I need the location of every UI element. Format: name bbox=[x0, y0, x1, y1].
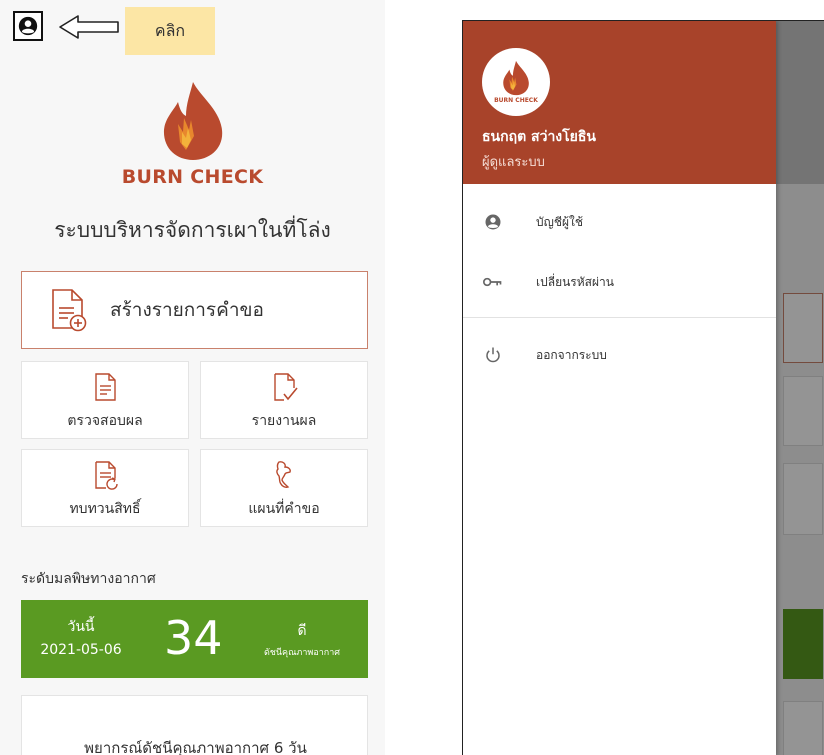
avatar: BURN CHECK bbox=[482, 48, 550, 116]
arrow-left-icon bbox=[59, 15, 119, 39]
document-add-icon bbox=[52, 289, 87, 332]
create-request-label: สร้างรายการคำขอ bbox=[110, 299, 264, 321]
report-label: รายงานผล bbox=[251, 413, 317, 429]
menu-item-change-password-label: เปลี่ยนรหัสผ่าน bbox=[536, 274, 614, 289]
report-tile[interactable]: รายงานผล bbox=[200, 361, 368, 439]
brand-name: BURN CHECK bbox=[121, 166, 264, 188]
click-hint-label: คลิก bbox=[154, 20, 186, 40]
home-screen: คลิก BURN CHECK ระบบบริหารจัดการเผาในที่… bbox=[0, 0, 385, 755]
menu-divider bbox=[463, 317, 776, 318]
air-quality-card[interactable]: วันนี้ 2021-05-06 34 ดี ดัชนีคุณภาพอากาศ bbox=[21, 600, 368, 678]
drawer-screen: BURN CHECK ธนกฤต สว่างโยธิน ผู้ดูแลระบบ … bbox=[462, 20, 824, 755]
document-refresh-icon bbox=[95, 461, 118, 490]
aq-today-label: วันนี้ bbox=[67, 619, 95, 635]
review-rights-tile[interactable]: ทบทวนสิทธิ์ bbox=[21, 449, 189, 527]
aq-value: 34 bbox=[164, 611, 223, 665]
user-name: ธนกฤต สว่างโยธิน bbox=[482, 129, 596, 145]
account-icon bbox=[18, 16, 38, 36]
thailand-map-icon bbox=[276, 461, 291, 488]
check-result-label: ตรวจสอบผล bbox=[67, 413, 143, 429]
forecast-card[interactable]: พยากรณ์ดัชนีคุณภาพอากาศ 6 วัน bbox=[21, 695, 368, 755]
aq-date: 2021-05-06 bbox=[40, 642, 122, 658]
menu-item-change-password[interactable]: เปลี่ยนรหัสผ่าน bbox=[463, 260, 776, 304]
create-request-button[interactable]: สร้างรายการคำขอ bbox=[21, 271, 368, 349]
request-map-tile[interactable]: แผนที่คำขอ bbox=[200, 449, 368, 527]
document-check-icon bbox=[274, 373, 298, 401]
key-icon bbox=[483, 272, 503, 292]
menu-item-account-label: บัญชีผู้ใช้ bbox=[536, 214, 584, 229]
menu-item-logout[interactable]: ออกจากระบบ bbox=[463, 333, 776, 377]
user-role: ผู้ดูแลระบบ bbox=[482, 155, 545, 170]
power-icon bbox=[483, 345, 503, 365]
forecast-label: พยากรณ์ดัชนีคุณภาพอากาศ 6 วัน bbox=[84, 739, 307, 755]
review-rights-label: ทบทวนสิทธิ์ bbox=[69, 501, 141, 517]
menu-item-account[interactable]: บัญชีผู้ใช้ bbox=[463, 200, 776, 244]
navigation-drawer: BURN CHECK ธนกฤต สว่างโยธิน ผู้ดูแลระบบ … bbox=[463, 21, 776, 755]
burn-check-logo-icon bbox=[163, 82, 223, 160]
click-hint: คลิก bbox=[125, 7, 215, 55]
burn-check-logo-icon bbox=[503, 60, 529, 96]
drawer-header: BURN CHECK ธนกฤต สว่างโยธิน ผู้ดูแลระบบ bbox=[463, 21, 776, 184]
aq-index-label: ดัชนีคุณภาพอากาศ bbox=[263, 648, 341, 658]
account-button[interactable] bbox=[13, 11, 43, 41]
account-icon bbox=[483, 212, 503, 232]
aq-quality: ดี bbox=[297, 623, 307, 639]
air-quality-heading: ระดับมลพิษทางอากาศ bbox=[21, 571, 156, 587]
system-title: ระบบบริหารจัดการเผาในที่โล่ง bbox=[54, 218, 331, 242]
request-map-label: แผนที่คำขอ bbox=[248, 501, 320, 517]
check-result-tile[interactable]: ตรวจสอบผล bbox=[21, 361, 189, 439]
avatar-brand: BURN CHECK bbox=[494, 97, 538, 104]
menu-item-logout-label: ออกจากระบบ bbox=[536, 347, 607, 362]
document-icon bbox=[95, 373, 116, 401]
